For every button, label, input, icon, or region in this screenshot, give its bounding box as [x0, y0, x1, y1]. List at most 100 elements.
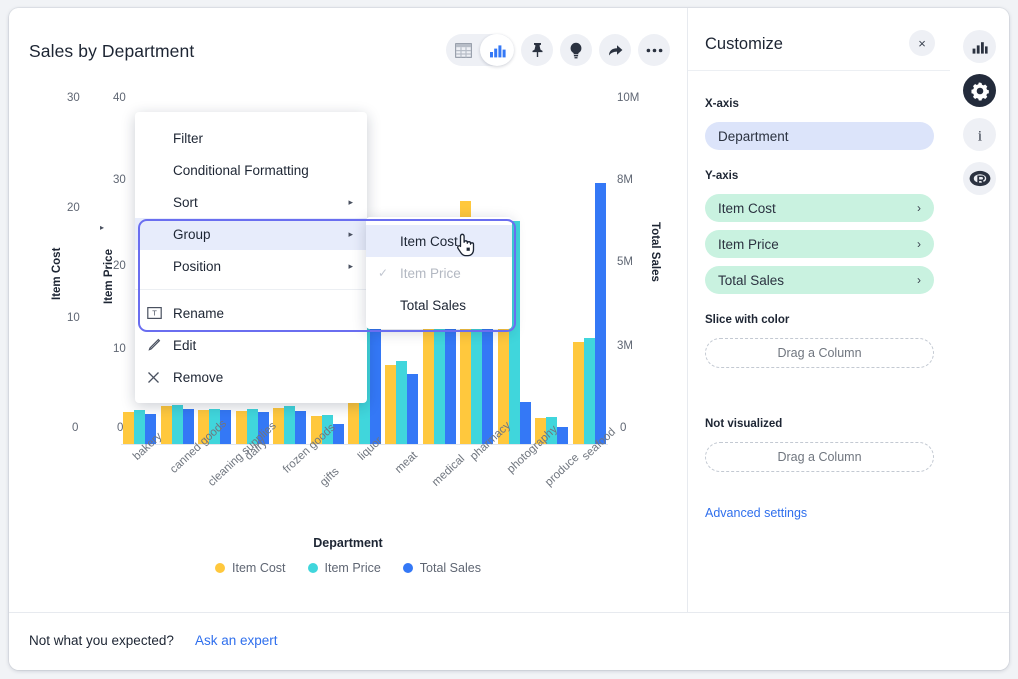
bar-chart-icon[interactable]	[963, 30, 996, 63]
bar-group[interactable]	[573, 92, 606, 444]
bar[interactable]	[423, 314, 434, 444]
bar[interactable]	[557, 427, 568, 444]
legend-color-dot	[403, 563, 413, 573]
submenu-item-item-cost[interactable]: Item Cost	[366, 225, 512, 257]
customize-header: Customize ×	[688, 8, 951, 71]
chart-legend: Item Cost Item Price Total Sales	[9, 561, 687, 575]
dropzone-placeholder: Drag a Column	[777, 450, 861, 464]
y-axis-field-total-sales[interactable]: Total Sales ›	[705, 266, 934, 294]
x-axis-tick-label: meat	[393, 450, 420, 476]
legend-label: Total Sales	[420, 561, 481, 575]
y-axis-title-total-sales: Total Sales	[649, 222, 661, 282]
x-axis-tick-label: medical	[430, 453, 467, 489]
advanced-settings-link[interactable]: Advanced settings	[705, 506, 807, 520]
y3-tick: 10M	[617, 92, 639, 104]
bar[interactable]	[595, 183, 606, 444]
pin-icon[interactable]	[521, 34, 553, 66]
y-axis-field-item-price[interactable]: Item Price ›	[705, 230, 934, 258]
legend-label: Item Cost	[232, 561, 286, 575]
close-x-icon	[147, 371, 173, 384]
menu-item-label: Conditional Formatting	[147, 163, 353, 178]
legend-color-dot	[215, 563, 225, 573]
menu-item-sort[interactable]: Sort ▸	[135, 186, 367, 218]
menu-item-label: Sort	[147, 195, 348, 210]
more-options-icon[interactable]	[638, 34, 670, 66]
y-axis-field-item-cost[interactable]: Item Cost ›	[705, 194, 934, 222]
page-title: Sales by Department	[29, 41, 194, 62]
y-axis-title-item-cost: Item Cost	[51, 248, 63, 300]
x-axis-field-department[interactable]: Department	[705, 122, 934, 150]
r-language-icon[interactable]: R	[963, 162, 996, 195]
svg-text:R: R	[976, 174, 985, 188]
bar[interactable]	[396, 361, 407, 444]
not-visualized-dropzone[interactable]: Drag a Column	[705, 442, 934, 472]
y-axis-field-label: Item Cost	[718, 201, 776, 216]
insight-bulb-icon[interactable]	[560, 34, 592, 66]
y3-tick: 8M	[617, 174, 633, 186]
bar[interactable]	[134, 410, 145, 444]
bar[interactable]	[573, 342, 584, 444]
y3-tick: 3M	[617, 340, 633, 352]
bar[interactable]	[123, 412, 134, 444]
menu-item-label: Position	[147, 259, 348, 274]
bar-chart-view-icon[interactable]	[480, 34, 514, 66]
share-icon[interactable]	[599, 34, 631, 66]
y1-tick: 30	[67, 92, 80, 104]
submenu-item-total-sales[interactable]: Total Sales	[366, 289, 512, 321]
text-box-icon: T	[147, 306, 173, 320]
menu-item-position[interactable]: Position ▸	[135, 250, 367, 282]
y-axis-field-label: Total Sales	[718, 273, 784, 288]
chevron-right-icon: ›	[917, 273, 921, 287]
table-view-icon[interactable]	[446, 34, 480, 66]
legend-item[interactable]: Item Price	[308, 561, 381, 575]
y2-sort-arrow-icon[interactable]: ▸	[100, 223, 104, 232]
submenu-item-label: Item Cost	[400, 234, 498, 249]
menu-item-filter[interactable]: Filter	[135, 122, 367, 154]
bar[interactable]	[236, 411, 247, 444]
x-axis-field-label: Department	[718, 129, 789, 144]
y3-tick: 0	[620, 422, 626, 434]
menu-divider	[135, 289, 367, 290]
info-icon[interactable]: i	[963, 118, 996, 151]
not-visualized-label: Not visualized	[705, 418, 782, 430]
menu-item-label: Remove	[173, 370, 353, 385]
svg-text:i: i	[977, 128, 981, 143]
menu-item-rename[interactable]: T Rename	[135, 297, 367, 329]
bar[interactable]	[520, 402, 531, 444]
menu-item-conditional-formatting[interactable]: Conditional Formatting	[135, 154, 367, 186]
checkmark-icon: ✓	[378, 266, 388, 280]
bar[interactable]	[584, 338, 595, 444]
x-axis-section-label: X-axis	[705, 98, 739, 110]
y1-tick: 20	[67, 202, 80, 214]
gear-icon[interactable]	[963, 74, 996, 107]
x-axis-title: Department	[9, 536, 687, 550]
bar-group[interactable]	[535, 92, 568, 444]
y1-tick: 0	[72, 422, 78, 434]
x-axis-labels: bakerycanned goodscleaning suppliesdairy…	[121, 450, 641, 530]
pencil-icon	[147, 338, 173, 352]
bar[interactable]	[295, 411, 306, 444]
legend-item[interactable]: Item Cost	[215, 561, 286, 575]
menu-item-remove[interactable]: Remove	[135, 361, 367, 393]
menu-item-edit[interactable]: Edit	[135, 329, 367, 361]
bar[interactable]	[172, 405, 183, 444]
bar[interactable]	[407, 374, 418, 444]
close-icon[interactable]: ×	[909, 30, 935, 56]
bar[interactable]	[284, 406, 295, 444]
chevron-right-icon: ▸	[348, 261, 353, 272]
submenu-item-item-price[interactable]: ✓ Item Price	[366, 257, 512, 289]
menu-item-group[interactable]: Group ▸	[135, 218, 367, 250]
legend-item[interactable]: Total Sales	[403, 561, 481, 575]
svg-text:T: T	[152, 309, 157, 318]
y1-tick: 10	[67, 312, 80, 324]
legend-color-dot	[308, 563, 318, 573]
bar[interactable]	[183, 409, 194, 444]
ask-an-expert-link[interactable]: Ask an expert	[195, 633, 278, 648]
context-menu: Filter Conditional Formatting Sort ▸ Gro…	[135, 112, 367, 403]
slice-with-color-dropzone[interactable]: Drag a Column	[705, 338, 934, 368]
legend-label: Item Price	[325, 561, 381, 575]
y-axis-section-label: Y-axis	[705, 170, 738, 182]
bar[interactable]	[385, 365, 396, 444]
x-axis-tick-label: produce	[543, 452, 582, 489]
x-axis-tick-label: gifts	[318, 466, 342, 489]
